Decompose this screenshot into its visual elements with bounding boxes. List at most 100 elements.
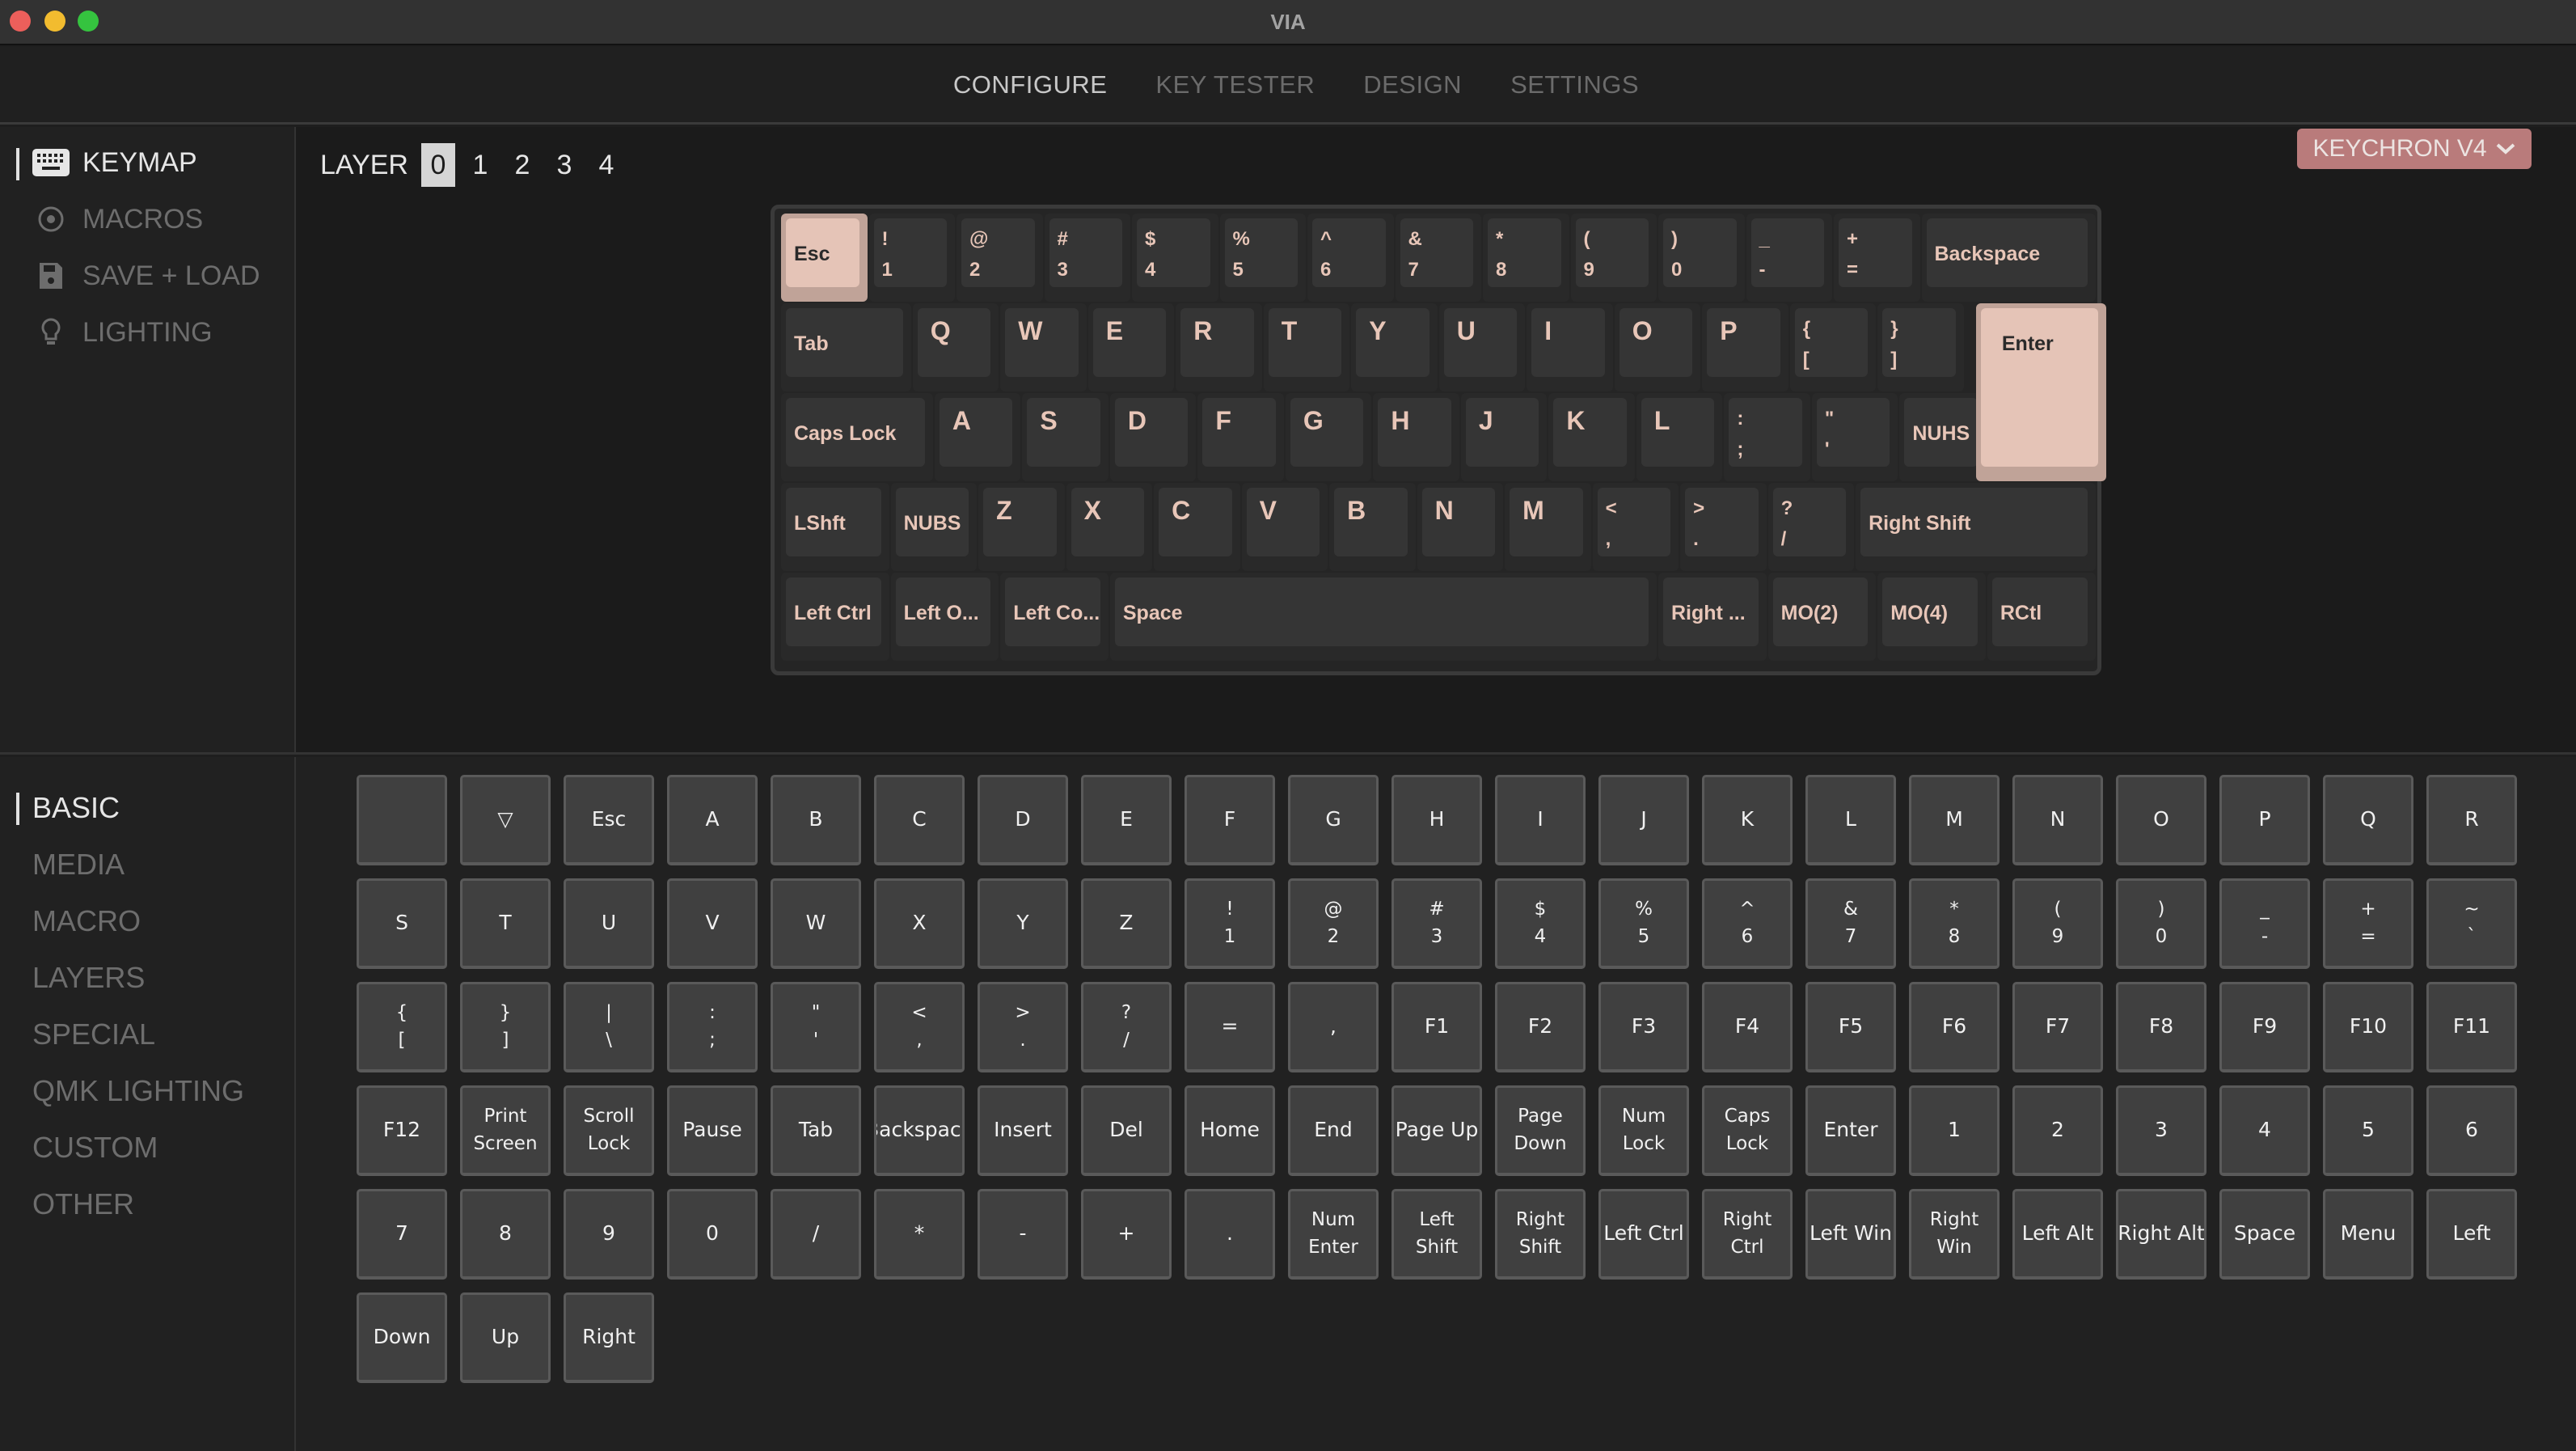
keycode-button[interactable]: Backspace (874, 1085, 965, 1176)
keycode-button[interactable]: _ - (2219, 878, 2310, 969)
keycode-button[interactable]: Print Screen (460, 1085, 551, 1176)
keycode-button[interactable]: Menu (2323, 1189, 2413, 1280)
keyboard-key[interactable]: P (1702, 303, 1788, 391)
keycode-button[interactable]: Pause (667, 1085, 758, 1176)
keycode-button[interactable]: E (1081, 775, 1172, 865)
keycode-button[interactable]: W (771, 878, 861, 969)
keycode-button[interactable]: F7 (2012, 982, 2103, 1072)
keycode-button[interactable]: Down (357, 1292, 447, 1383)
keycode-button[interactable]: Tab (771, 1085, 861, 1176)
keyboard-key[interactable]: * 8 (1483, 214, 1569, 302)
keycode-button[interactable]: L (1805, 775, 1896, 865)
keyboard-key[interactable]: LShft (781, 483, 889, 571)
keycode-button[interactable]: 8 (460, 1189, 551, 1280)
keycode-button[interactable]: & 7 (1805, 878, 1896, 969)
keyboard-key[interactable]: L (1636, 393, 1723, 481)
keycode-button[interactable]: F9 (2219, 982, 2310, 1072)
tab-settings[interactable]: SETTINGS (1510, 70, 1639, 99)
keyboard-key[interactable]: T (1263, 303, 1350, 391)
keycode-button[interactable]: M (1909, 775, 2000, 865)
keycode-button[interactable]: ~ ` (2426, 878, 2517, 969)
keycode-button[interactable]: F11 (2426, 982, 2517, 1072)
keycode-button[interactable]: S (357, 878, 447, 969)
keyboard-key[interactable]: ! 1 (868, 214, 955, 302)
keyboard-key[interactable]: Y (1351, 303, 1438, 391)
enter-key[interactable]: Enter (1975, 303, 2106, 481)
keycode-button[interactable]: . (1185, 1189, 1275, 1280)
menu-item-keymap[interactable]: KEYMAP (16, 146, 197, 180)
keycode-button[interactable]: F3 (1598, 982, 1689, 1072)
keycode-button[interactable]: Caps Lock (1702, 1085, 1793, 1176)
keycode-button[interactable]: Page Down (1495, 1085, 1586, 1176)
keycode-button[interactable]: Space (2219, 1189, 2310, 1280)
keycode-button[interactable]: T (460, 878, 551, 969)
keycode-button[interactable]: B (771, 775, 861, 865)
keyboard-key[interactable]: N (1417, 483, 1504, 571)
keyboard-key[interactable]: & 7 (1395, 214, 1481, 302)
layer-0-button[interactable]: 0 (420, 143, 455, 187)
keyboard-key[interactable]: F (1197, 393, 1284, 481)
layer-2-button[interactable]: 2 (505, 143, 539, 187)
keycode-button[interactable]: Num Enter (1288, 1189, 1379, 1280)
category-qmk-lighting[interactable]: QMK LIGHTING (32, 1074, 244, 1108)
keycode-button[interactable]: * 8 (1909, 878, 2000, 969)
category-basic[interactable]: BASIC (16, 791, 120, 825)
keyboard-key[interactable]: H (1373, 393, 1459, 481)
keycode-button[interactable]: Num Lock (1598, 1085, 1689, 1176)
category-other[interactable]: OTHER (32, 1187, 134, 1221)
keyboard-key[interactable]: MO(2) (1767, 573, 1877, 661)
keycode-button[interactable]: F12 (357, 1085, 447, 1176)
keyboard-key[interactable]: Space (1109, 573, 1657, 661)
tab-design[interactable]: DESIGN (1363, 70, 1462, 99)
keycode-button[interactable]: F2 (1495, 982, 1586, 1072)
keyboard-key[interactable]: Caps Lock (781, 393, 933, 481)
keyboard-key[interactable]: Q (912, 303, 999, 391)
keycode-button[interactable]: Up (460, 1292, 551, 1383)
keyboard-key[interactable]: S (1022, 393, 1109, 481)
keyboard-key[interactable]: :; (1724, 393, 1810, 481)
tab-key-tester[interactable]: KEY TESTER (1155, 70, 1315, 99)
keycode-button[interactable]: + (1081, 1189, 1172, 1280)
menu-item-save-load[interactable]: SAVE + LOAD (32, 260, 260, 292)
keycode-button[interactable]: 7 (357, 1189, 447, 1280)
keycode-button[interactable]: Y (978, 878, 1068, 969)
keycode-button[interactable]: Right Win (1909, 1189, 2000, 1280)
keyboard-key[interactable]: Left Ctrl (781, 573, 889, 661)
category-custom[interactable]: CUSTOM (32, 1131, 158, 1165)
category-macro[interactable]: MACRO (32, 904, 141, 938)
keycode-button[interactable]: V (667, 878, 758, 969)
keycode-button[interactable]: :; (667, 982, 758, 1072)
keycode-button[interactable]: Left Ctrl (1598, 1189, 1689, 1280)
keycode-button[interactable]: Left Alt (2012, 1189, 2103, 1280)
keycode-button[interactable]: I (1495, 775, 1586, 865)
keycode-button[interactable]: K (1702, 775, 1793, 865)
keyboard-key[interactable]: $4 (1132, 214, 1218, 302)
keycode-button[interactable]: (9 (2012, 878, 2103, 969)
keyboard-key[interactable]: I (1527, 303, 1613, 391)
keycode-button[interactable]: #3 (1391, 878, 1482, 969)
keyboard-key[interactable]: NUBS (890, 483, 978, 571)
keyboard-key[interactable]: Z (978, 483, 1065, 571)
keycode-button[interactable]: * (874, 1189, 965, 1280)
keycode-button[interactable]: End (1288, 1085, 1379, 1176)
keycode-button[interactable]: X (874, 878, 965, 969)
keycode-button[interactable]: ? / (1081, 982, 1172, 1072)
keycode-button[interactable]: 3 (2116, 1085, 2206, 1176)
keycode-button[interactable]: Scroll Lock (564, 1085, 654, 1176)
keycode-button[interactable]: + = (2323, 878, 2413, 969)
keyboard-key[interactable]: <, (1592, 483, 1679, 571)
keycode-button[interactable]: Left Shift (1391, 1189, 1482, 1280)
keycode-button[interactable]: P (2219, 775, 2310, 865)
keycode-button[interactable]: O (2116, 775, 2206, 865)
keycode-button[interactable]: F5 (1805, 982, 1896, 1072)
keyboard-key[interactable]: C (1154, 483, 1240, 571)
keycode-button[interactable]: ) 0 (2116, 878, 2206, 969)
keycode-button[interactable]: Z (1081, 878, 1172, 969)
keyboard-key[interactable]: >. (1680, 483, 1767, 571)
keyboard-key[interactable]: @2 (956, 214, 1043, 302)
keyboard-key[interactable]: NUHS (1899, 393, 1986, 481)
device-selector[interactable]: KEYCHRON V4 (2297, 129, 2532, 169)
keycode-button[interactable]: @2 (1288, 878, 1379, 969)
keycode-button[interactable]: Home (1185, 1085, 1275, 1176)
keycode-button[interactable]: / (771, 1189, 861, 1280)
